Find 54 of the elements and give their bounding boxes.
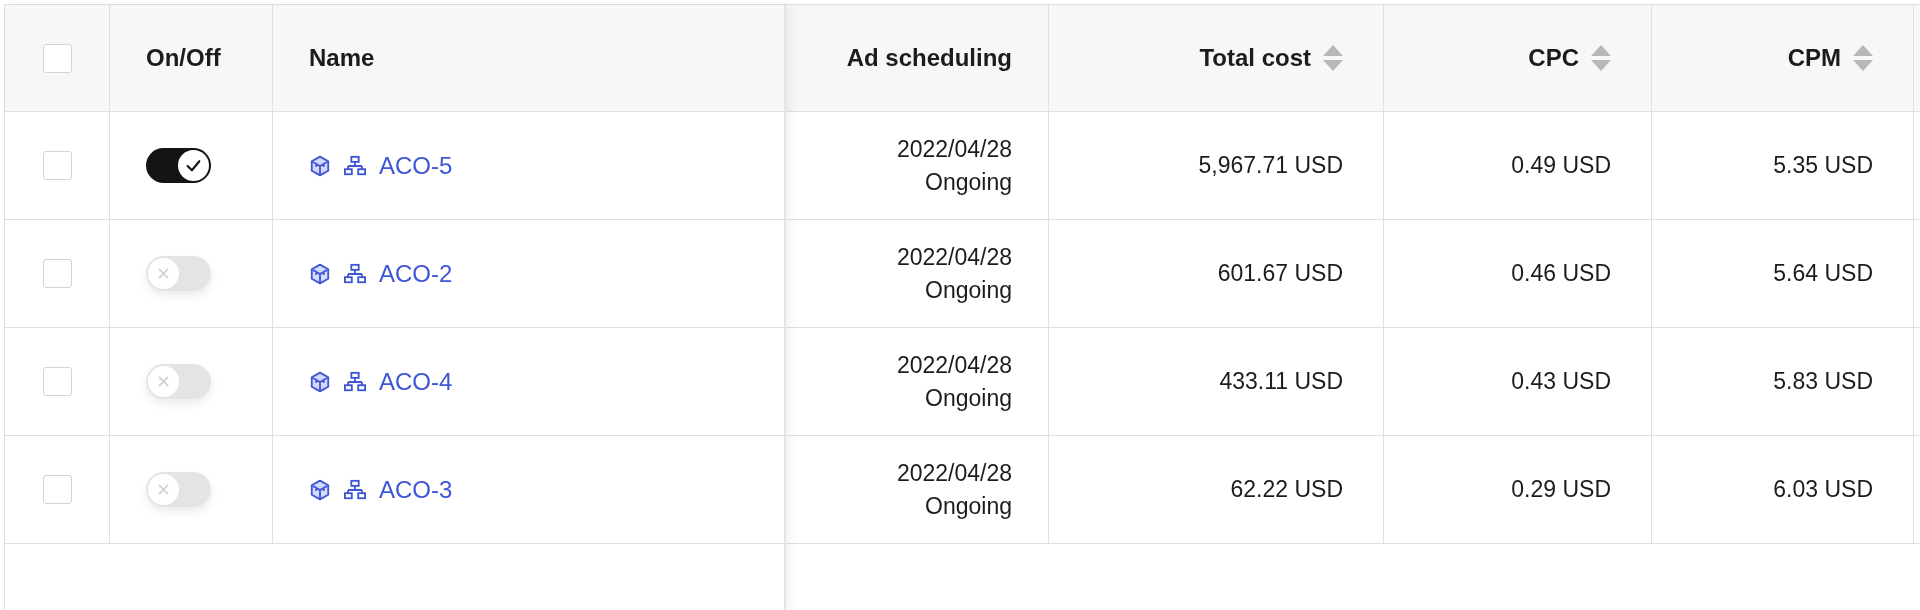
toggle-switch[interactable]: [146, 148, 211, 183]
campaign-name-link[interactable]: ACO-3: [379, 475, 453, 504]
sort-icon[interactable]: [1323, 45, 1343, 71]
table-cell-text: 0.49 USD: [1511, 151, 1611, 180]
toggle-switch[interactable]: [146, 364, 211, 399]
column-header: CPM: [1787, 44, 1841, 72]
cube-icon: [309, 154, 331, 177]
hierarchy-icon: [344, 370, 366, 393]
toggle-switch[interactable]: [146, 472, 211, 507]
schedule-date: 2022/04/28: [896, 134, 1012, 164]
table-cell-text: 0.43 USD: [1511, 367, 1611, 396]
campaign-name-link[interactable]: ACO-2: [379, 259, 453, 288]
column-header: Name: [309, 44, 375, 72]
campaign-name-link[interactable]: ACO-4: [379, 367, 453, 396]
campaign-name-link[interactable]: ACO-5: [379, 151, 453, 180]
x-icon: [157, 267, 170, 280]
hierarchy-icon: [344, 478, 366, 501]
checkbox[interactable]: [42, 43, 72, 73]
schedule-status: Ongoing: [925, 167, 1012, 197]
table-cell-text: 5.64 USD: [1773, 259, 1873, 288]
sort-icon[interactable]: [1591, 45, 1611, 71]
schedule-date: 2022/04/28: [896, 458, 1012, 488]
table-cell-text: 433.11 USD: [1219, 367, 1343, 396]
column-header: CPC: [1528, 44, 1579, 72]
hierarchy-icon: [344, 154, 366, 177]
x-icon: [157, 375, 170, 388]
x-icon: [157, 483, 170, 496]
checkbox[interactable]: [42, 475, 72, 504]
cube-icon: [309, 370, 331, 393]
table-cell-text: 5,967.71 USD: [1198, 151, 1343, 180]
table-cell-text: 5.83 USD: [1773, 367, 1873, 396]
toggle-switch[interactable]: [146, 256, 211, 291]
table-cell-text: 0.29 USD: [1511, 475, 1611, 504]
check-icon: [185, 157, 202, 174]
table-cell-text: 0.46 USD: [1511, 259, 1611, 288]
sort-icon[interactable]: [1853, 45, 1873, 71]
column-header: Ad scheduling: [846, 44, 1012, 72]
column-header: On/Off: [146, 44, 221, 72]
table-cell-text: 601.67 USD: [1217, 259, 1343, 288]
cube-icon: [309, 262, 331, 285]
cube-icon: [309, 478, 331, 501]
column-header: Total cost: [1199, 44, 1311, 72]
schedule-status: Ongoing: [925, 275, 1012, 305]
table-cell-text: 62.22 USD: [1230, 475, 1343, 504]
schedule-date: 2022/04/28: [896, 242, 1012, 272]
schedule-status: Ongoing: [925, 383, 1012, 413]
schedule-date: 2022/04/28: [896, 350, 1012, 380]
table-cell-text: 6.03 USD: [1773, 475, 1873, 504]
table-cell-text: 5.35 USD: [1773, 151, 1873, 180]
checkbox[interactable]: [42, 259, 72, 288]
checkbox[interactable]: [42, 367, 72, 396]
hierarchy-icon: [344, 262, 366, 285]
schedule-status: Ongoing: [925, 491, 1012, 521]
checkbox[interactable]: [42, 151, 72, 180]
